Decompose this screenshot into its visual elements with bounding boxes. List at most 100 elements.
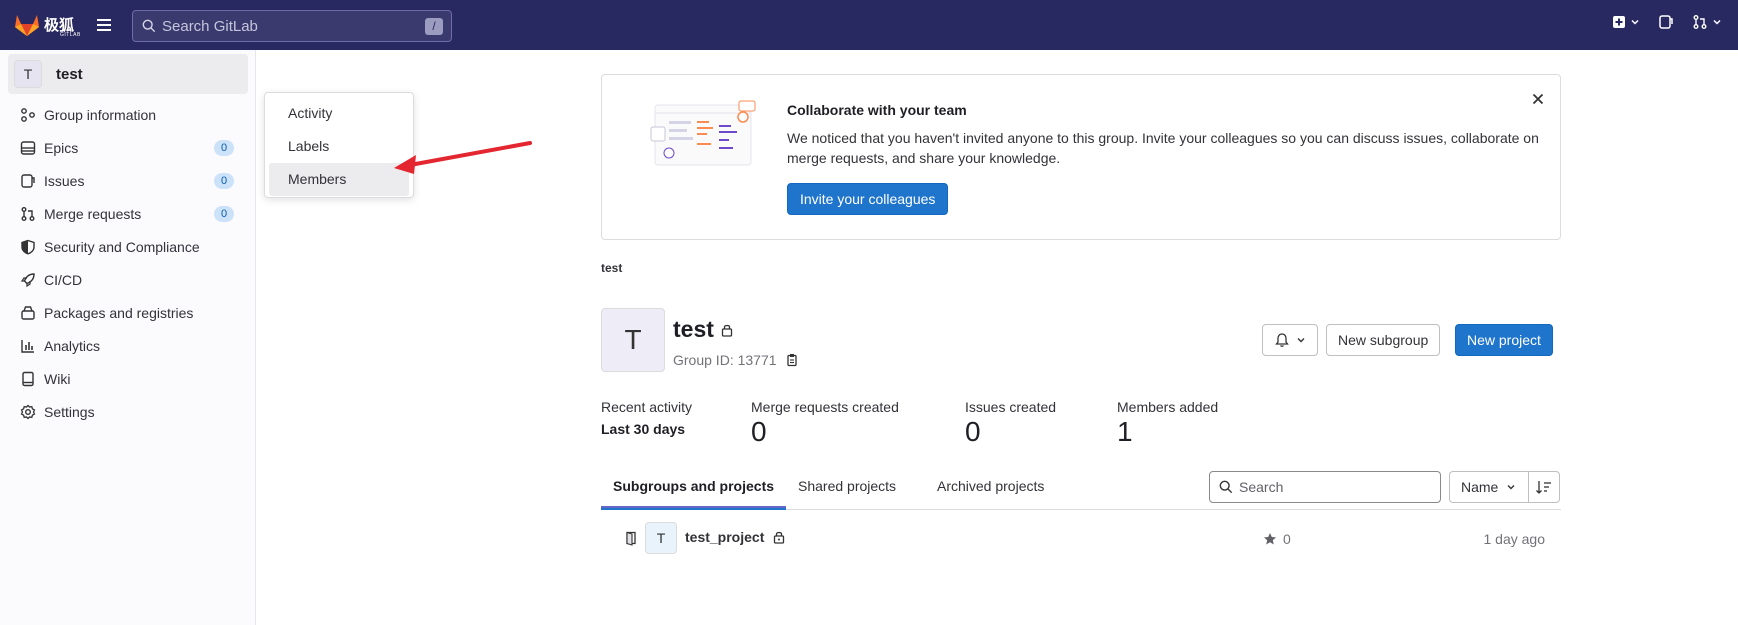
sidebar-item-wiki[interactable]: Wiki [8, 362, 248, 395]
stat-merge-requests: Merge requests created 0 [751, 399, 899, 447]
filter-search[interactable] [1209, 471, 1441, 503]
sidebar-item-label: Settings [44, 403, 95, 420]
sidebar-item-group-information[interactable]: Group information [8, 98, 248, 131]
stat-period: Last 30 days [601, 421, 686, 437]
project-name: test_project [685, 529, 765, 545]
context-group-name: test [56, 65, 83, 83]
rocket-icon [20, 272, 36, 288]
sidebar-item-label: Wiki [44, 370, 71, 387]
collaboration-illustration [650, 100, 756, 166]
group-info-icon [20, 107, 36, 123]
stat-label: Merge requests created [751, 399, 899, 415]
issues-icon [1659, 15, 1673, 29]
sidebar-item-issues[interactable]: Issues 0 [8, 164, 248, 197]
package-icon [20, 305, 36, 321]
project-row[interactable]: T test_project 0 1 day ago [601, 520, 1561, 556]
star-count-value: 0 [1283, 531, 1291, 547]
sort-label: Name [1461, 479, 1499, 495]
sidebar-item-label: Packages and registries [44, 304, 194, 321]
count-badge: 0 [214, 140, 234, 156]
copy-icon[interactable] [785, 353, 799, 367]
sidebar-item-settings[interactable]: Settings [8, 395, 248, 428]
flyout-item-members[interactable]: Members [269, 163, 409, 196]
group-avatar-large: T [601, 308, 665, 372]
plus-square-icon [1613, 16, 1625, 28]
top-bar: 极狐 GITLAB / [0, 0, 1738, 50]
new-project-button[interactable]: New project [1455, 324, 1553, 356]
chart-icon [20, 338, 36, 354]
invite-colleagues-button[interactable]: Invite your colleagues [787, 183, 949, 215]
sidebar-item-packages[interactable]: Packages and registries [8, 296, 248, 329]
global-search[interactable]: / [132, 10, 452, 42]
updated-time: 1 day ago [1483, 531, 1546, 547]
project-type-icon [626, 531, 636, 546]
stat-issues: Issues created 0 [965, 399, 1056, 447]
annotation-arrow [394, 141, 532, 174]
count-badge: 0 [214, 173, 234, 189]
issues-button[interactable] [1658, 14, 1674, 30]
sidebar-item-epics[interactable]: Epics 0 [8, 131, 248, 164]
tab-archived-projects[interactable]: Archived projects [925, 470, 1056, 510]
breadcrumb: test [601, 261, 622, 275]
logo-subtext: GITLAB [60, 32, 81, 38]
tab-shared-projects[interactable]: Shared projects [786, 470, 908, 510]
left-sidebar: T test Group information Epics 0 Issues … [0, 50, 256, 625]
stat-value: 0 [965, 416, 981, 447]
hamburger-icon [97, 19, 111, 31]
new-subgroup-button[interactable]: New subgroup [1326, 324, 1441, 356]
stat-members: Members added 1 [1117, 399, 1218, 447]
merge-request-icon [1693, 15, 1707, 29]
lock-icon [721, 324, 733, 337]
stat-recent-activity: Recent activity Last 30 days [601, 399, 692, 437]
merge-request-icon [20, 206, 36, 222]
flyout-item-labels[interactable]: Labels [269, 130, 409, 163]
banner-text: We noticed that you haven't invited anyo… [787, 130, 1539, 166]
sidebar-nav: Group information Epics 0 Issues 0 Merge… [8, 98, 248, 428]
stat-label: Members added [1117, 399, 1219, 415]
global-search-input[interactable] [162, 17, 412, 35]
star-count: 0 [1263, 531, 1291, 547]
logo-text: 极狐 [44, 16, 75, 34]
project-name-link[interactable]: test_project [685, 529, 786, 545]
page-title: test [673, 316, 734, 343]
stat-value: 1 [1117, 416, 1133, 447]
sidebar-context-header[interactable]: T test [8, 54, 248, 94]
group-id-label: Group ID: 13771 [673, 352, 777, 368]
sidebar-item-analytics[interactable]: Analytics [8, 329, 248, 362]
epics-icon [20, 140, 36, 156]
count-badge: 0 [214, 206, 234, 222]
search-icon [1219, 480, 1233, 494]
star-icon [1264, 533, 1276, 545]
notification-settings-button[interactable] [1262, 324, 1318, 356]
sidebar-item-label: CI/CD [44, 271, 83, 288]
sidebar-item-label: Security and Compliance [44, 238, 200, 255]
search-icon [142, 19, 156, 33]
close-icon[interactable] [1530, 91, 1546, 107]
sort-direction-button[interactable] [1528, 471, 1560, 503]
sidebar-item-cicd[interactable]: CI/CD [8, 263, 248, 296]
issues-icon [20, 173, 36, 189]
sidebar-item-label: Group information [44, 106, 157, 123]
sidebar-item-label: Issues [44, 172, 85, 189]
sidebar-item-merge-requests[interactable]: Merge requests 0 [8, 197, 248, 230]
merge-requests-button[interactable] [1692, 14, 1722, 30]
sort-dropdown[interactable]: Name [1449, 471, 1529, 503]
sidebar-item-security[interactable]: Security and Compliance [8, 230, 248, 263]
stat-value: 0 [751, 416, 767, 447]
breadcrumb-item[interactable]: test [601, 261, 622, 275]
hamburger-menu-button[interactable] [94, 15, 114, 35]
top-right-actions [1612, 14, 1722, 30]
filter-search-input[interactable] [1239, 479, 1439, 495]
search-shortcut-key: / [425, 18, 443, 35]
sidebar-item-label: Epics [44, 139, 79, 156]
group-avatar: T [14, 60, 42, 88]
bell-icon [1275, 333, 1289, 347]
gitlab-logo[interactable]: 极狐 GITLAB [14, 12, 80, 38]
create-new-button[interactable] [1612, 15, 1640, 29]
tab-subgroups-and-projects[interactable]: Subgroups and projects [601, 470, 787, 510]
flyout-item-activity[interactable]: Activity [269, 97, 409, 130]
sort-order-icon [1536, 481, 1551, 494]
sidebar-item-label: Analytics [44, 337, 101, 354]
book-icon [20, 371, 36, 387]
chevron-down-icon [1507, 485, 1515, 490]
